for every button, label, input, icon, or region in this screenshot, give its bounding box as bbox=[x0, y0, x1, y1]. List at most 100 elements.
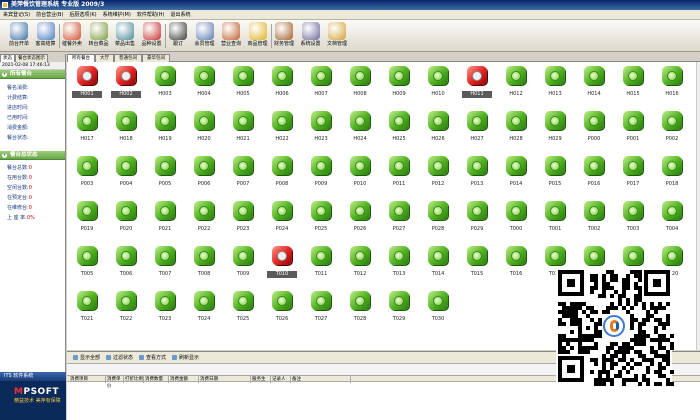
area-tab[interactable]: 豪华包间 bbox=[142, 54, 170, 62]
dining-table-tile[interactable]: P018 bbox=[657, 153, 687, 196]
dining-table-tile[interactable]: T030 bbox=[423, 288, 453, 331]
dining-table-tile[interactable]: P006 bbox=[189, 153, 219, 196]
dining-table-tile[interactable]: P007 bbox=[228, 153, 258, 196]
dining-table-tile[interactable]: H028 bbox=[501, 108, 531, 151]
dining-table-tile[interactable]: P013 bbox=[462, 153, 492, 196]
dining-table-tile[interactable]: T016 bbox=[501, 243, 531, 286]
column-header[interactable]: 消费金额 bbox=[169, 376, 199, 383]
dining-table-tile[interactable]: H017 bbox=[72, 108, 102, 151]
dining-table-tile[interactable]: T008 bbox=[189, 243, 219, 286]
dining-table-tile[interactable]: P005 bbox=[150, 153, 180, 196]
dining-table-tile[interactable]: P024 bbox=[267, 198, 297, 241]
area-tab[interactable]: 大厅 bbox=[95, 54, 114, 62]
dining-table-tile[interactable]: H007 bbox=[306, 63, 336, 106]
dining-table-tile[interactable]: H027 bbox=[462, 108, 492, 151]
dining-table-tile[interactable]: P015 bbox=[540, 153, 570, 196]
dining-table-tile[interactable]: T023 bbox=[150, 288, 180, 331]
dining-table-tile[interactable]: P019 bbox=[72, 198, 102, 241]
dining-table-tile[interactable]: P003 bbox=[72, 153, 102, 196]
dining-table-tile[interactable]: H029 bbox=[540, 108, 570, 151]
area-tab[interactable]: 普通包间 bbox=[114, 54, 142, 62]
dining-table-tile[interactable]: T028 bbox=[345, 288, 375, 331]
dining-table-tile[interactable]: P021 bbox=[150, 198, 180, 241]
dining-table-tile[interactable]: H010 bbox=[423, 63, 453, 106]
dining-table-tile[interactable]: T015 bbox=[462, 243, 492, 286]
dining-table-tile[interactable]: T029 bbox=[384, 288, 414, 331]
dining-table-tile[interactable]: H009 bbox=[384, 63, 414, 106]
dining-table-tile[interactable]: H015 bbox=[618, 63, 648, 106]
dining-table-tile[interactable]: P001 bbox=[618, 108, 648, 151]
dining-table-tile[interactable]: T026 bbox=[267, 288, 297, 331]
toolbar-button[interactable]: 转台菜品 bbox=[84, 22, 114, 50]
dining-table-tile[interactable]: T024 bbox=[189, 288, 219, 331]
dining-table-tile[interactable]: P004 bbox=[111, 153, 141, 196]
toolbar-button[interactable]: 系统设置 bbox=[296, 22, 326, 50]
dining-table-tile[interactable]: H025 bbox=[384, 108, 414, 151]
dining-table-tile[interactable]: H013 bbox=[540, 63, 570, 106]
dining-table-tile[interactable]: H023 bbox=[306, 108, 336, 151]
dining-table-tile[interactable]: H011 bbox=[462, 63, 492, 106]
dining-table-tile[interactable]: P017 bbox=[618, 153, 648, 196]
dining-table-tile[interactable]: T011 bbox=[306, 243, 336, 286]
dining-table-tile[interactable]: H016 bbox=[657, 63, 687, 106]
column-header[interactable]: 打折比例 bbox=[124, 376, 144, 383]
dining-table-tile[interactable]: H024 bbox=[345, 108, 375, 151]
toolbar-button[interactable]: 菜品出售 bbox=[110, 22, 140, 50]
dining-table-tile[interactable]: H021 bbox=[228, 108, 258, 151]
tab-table-legend[interactable]: 餐台状态图示 bbox=[15, 54, 48, 62]
dining-table-tile[interactable]: T001 bbox=[540, 198, 570, 241]
menu-item[interactable]: 软件帮助(H) bbox=[134, 10, 168, 20]
dining-table-tile[interactable]: T006 bbox=[111, 243, 141, 286]
menu-item[interactable]: 前台营业(B) bbox=[33, 10, 66, 20]
column-header[interactable]: 消费日期 bbox=[199, 376, 251, 383]
grid-scrollbar[interactable] bbox=[696, 62, 700, 350]
dining-table-tile[interactable]: T014 bbox=[423, 243, 453, 286]
dining-table-tile[interactable]: P020 bbox=[111, 198, 141, 241]
dining-table-tile[interactable]: H008 bbox=[345, 63, 375, 106]
column-header[interactable]: 记录人 bbox=[271, 376, 291, 383]
dining-table-tile[interactable]: H003 bbox=[150, 63, 180, 106]
toolbar-button[interactable]: 文档管理 bbox=[322, 22, 352, 50]
toolbar-button[interactable]: 营业查询 bbox=[216, 22, 246, 50]
column-header[interactable]: 服务生 bbox=[251, 376, 271, 383]
detail-toolbar-button[interactable]: 过滤状态 bbox=[106, 352, 133, 364]
toolbar-button[interactable]: 商品管理 bbox=[243, 22, 273, 50]
dining-table-tile[interactable]: P012 bbox=[423, 153, 453, 196]
dining-table-tile[interactable]: H022 bbox=[267, 108, 297, 151]
column-header[interactable]: 备注 bbox=[291, 376, 351, 383]
menu-item[interactable]: 系统维护(M) bbox=[100, 10, 134, 20]
toolbar-button[interactable]: 跟订 bbox=[163, 22, 193, 50]
dining-table-tile[interactable]: P010 bbox=[345, 153, 375, 196]
toolbar-button[interactable]: 前台开单 bbox=[4, 22, 34, 50]
dining-table-tile[interactable]: H018 bbox=[111, 108, 141, 151]
dining-table-tile[interactable]: P000 bbox=[579, 108, 609, 151]
dining-table-tile[interactable]: H012 bbox=[501, 63, 531, 106]
dining-table-tile[interactable]: T003 bbox=[618, 198, 648, 241]
dining-table-tile[interactable]: P011 bbox=[384, 153, 414, 196]
dining-table-tile[interactable]: T010 bbox=[267, 243, 297, 286]
dining-table-tile[interactable]: P022 bbox=[189, 198, 219, 241]
toolbar-button[interactable]: 品种设置 bbox=[137, 22, 167, 50]
dining-table-tile[interactable]: P009 bbox=[306, 153, 336, 196]
dining-table-tile[interactable]: P023 bbox=[228, 198, 258, 241]
toolbar-button[interactable]: 会员管理 bbox=[190, 22, 220, 50]
dining-table-tile[interactable]: H004 bbox=[189, 63, 219, 106]
column-header[interactable]: 消费项目 bbox=[69, 376, 106, 383]
dining-table-tile[interactable]: H026 bbox=[423, 108, 453, 151]
dining-table-tile[interactable]: T000 bbox=[501, 198, 531, 241]
dining-table-tile[interactable]: P002 bbox=[657, 108, 687, 151]
dining-table-tile[interactable]: H005 bbox=[228, 63, 258, 106]
dining-table-tile[interactable]: H019 bbox=[150, 108, 180, 151]
dining-table-tile[interactable]: T004 bbox=[657, 198, 687, 241]
dining-table-tile[interactable]: P014 bbox=[501, 153, 531, 196]
dining-table-tile[interactable]: P026 bbox=[345, 198, 375, 241]
section-table-status[interactable]: ▾ 餐台总状态 bbox=[0, 151, 65, 160]
dining-table-tile[interactable]: T025 bbox=[228, 288, 258, 331]
dining-table-tile[interactable]: T012 bbox=[345, 243, 375, 286]
dining-table-tile[interactable]: T005 bbox=[72, 243, 102, 286]
section-all-tables[interactable]: ▾ 所有餐台 bbox=[0, 70, 65, 79]
menu-item[interactable]: 后厨选项(K) bbox=[66, 10, 99, 20]
dining-table-tile[interactable]: P025 bbox=[306, 198, 336, 241]
dining-table-tile[interactable]: T002 bbox=[579, 198, 609, 241]
tab-status[interactable]: 状态 bbox=[0, 54, 15, 62]
